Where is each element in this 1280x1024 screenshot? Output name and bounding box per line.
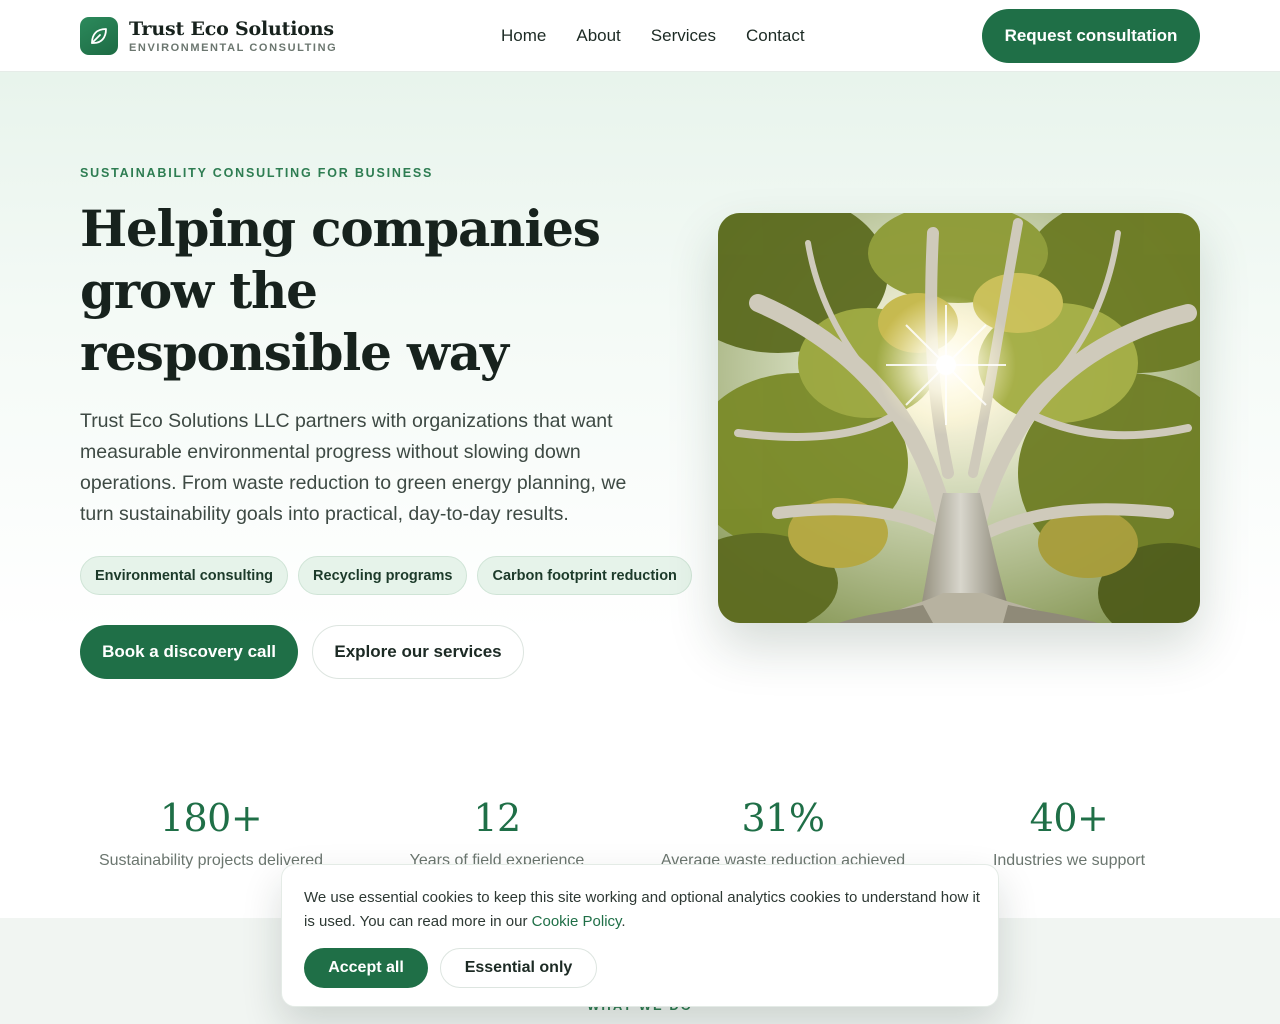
cookie-message: We use essential cookies to keep this si… bbox=[304, 886, 984, 934]
hero-title: Helping companies grow the responsible w… bbox=[80, 199, 601, 382]
brand[interactable]: Trust Eco Solutions ENVIRONMENTAL CONSUL… bbox=[80, 17, 337, 55]
nav-link-contact[interactable]: Contact bbox=[746, 26, 805, 46]
stat-value: 31% bbox=[741, 796, 825, 840]
stat-item: 180+ Sustainability projects delivered bbox=[68, 796, 354, 870]
service-chips: Environmental consulting Recycling progr… bbox=[80, 556, 702, 595]
main-nav: Home About Services Contact bbox=[501, 26, 835, 46]
hero-description: Trust Eco Solutions LLC partners with or… bbox=[80, 410, 627, 525]
nav-link-home[interactable]: Home bbox=[501, 26, 546, 46]
chip-carbon-footprint-reduction: Carbon footprint reduction bbox=[477, 556, 692, 595]
essential-only-button[interactable]: Essential only bbox=[440, 948, 597, 988]
chip-recycling-programs: Recycling programs bbox=[298, 556, 468, 595]
stat-item: 12 Years of field experience bbox=[354, 796, 640, 870]
tree-photo bbox=[718, 213, 1200, 623]
stat-item: 40+ Industries we support bbox=[926, 796, 1212, 870]
brand-text: Trust Eco Solutions ENVIRONMENTAL CONSUL… bbox=[129, 18, 337, 54]
cookie-policy-link[interactable]: Cookie Policy bbox=[532, 913, 622, 930]
stat-item: 31% Average waste reduction achieved bbox=[640, 796, 926, 870]
site-header: Trust Eco Solutions ENVIRONMENTAL CONSUL… bbox=[0, 0, 1280, 72]
accept-all-button[interactable]: Accept all bbox=[304, 948, 428, 988]
hero-eyebrow: SUSTAINABILITY CONSULTING FOR BUSINESS bbox=[80, 166, 434, 180]
hero-tree-image bbox=[718, 213, 1200, 623]
explore-services-button[interactable]: Explore our services bbox=[312, 625, 524, 679]
stats-row: 180+ Sustainability projects delivered 1… bbox=[68, 796, 1212, 870]
book-discovery-call-button[interactable]: Book a discovery call bbox=[80, 625, 298, 679]
nav-link-services[interactable]: Services bbox=[651, 26, 716, 46]
cookie-message-end: . bbox=[621, 913, 626, 930]
brand-name: Trust Eco Solutions bbox=[129, 18, 334, 40]
hero-section: SUSTAINABILITY CONSULTING FOR BUSINESS H… bbox=[0, 72, 1280, 772]
nav-link-about[interactable]: About bbox=[576, 26, 620, 46]
stat-value: 180+ bbox=[159, 796, 263, 840]
leaf-icon bbox=[80, 17, 118, 55]
cookie-banner: We use essential cookies to keep this si… bbox=[281, 864, 999, 1007]
stat-value: 12 bbox=[473, 796, 521, 840]
stat-value: 40+ bbox=[1029, 796, 1109, 840]
request-consultation-button[interactable]: Request consultation bbox=[982, 9, 1200, 63]
brand-tagline: ENVIRONMENTAL CONSULTING bbox=[129, 42, 338, 54]
cookie-message-text: We use essential cookies to keep this si… bbox=[304, 889, 980, 930]
chip-environmental-consulting: Environmental consulting bbox=[80, 556, 289, 595]
